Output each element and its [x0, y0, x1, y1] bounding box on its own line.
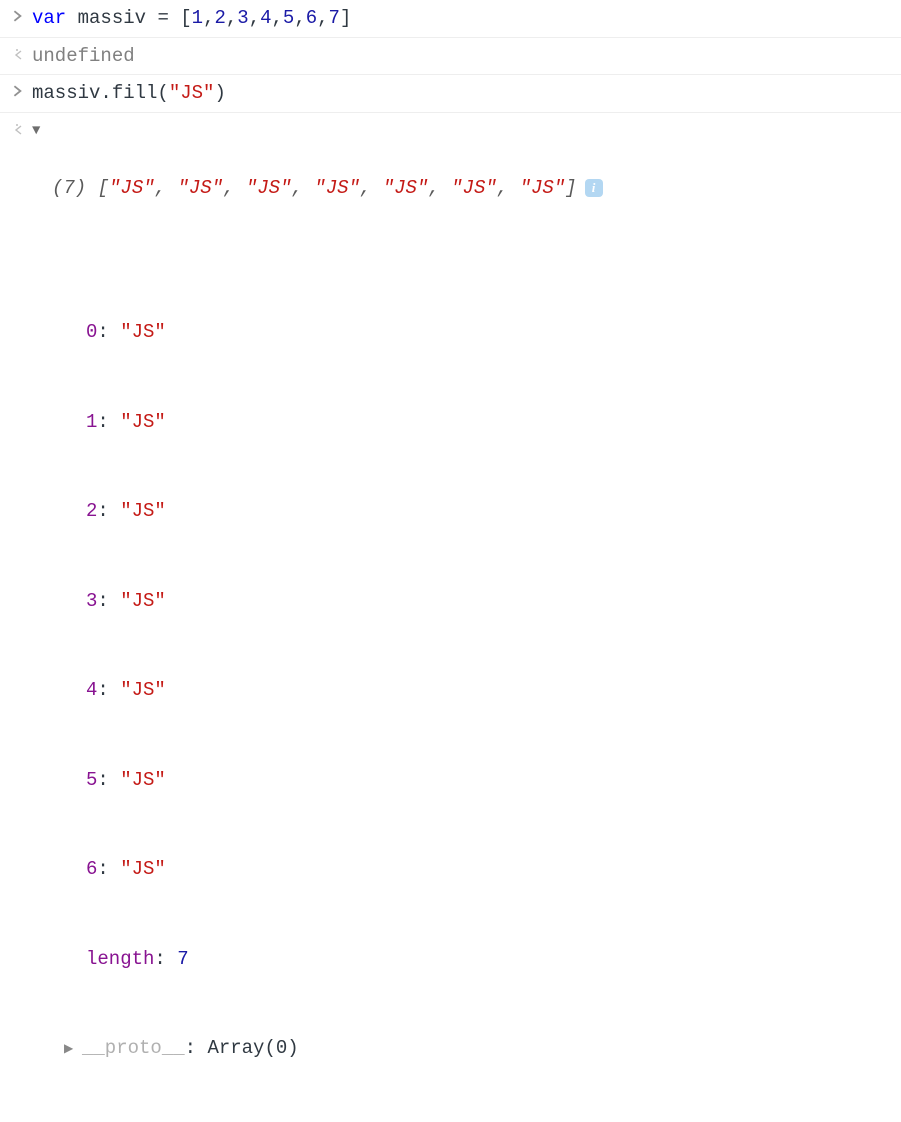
array-entry[interactable]: 3: "JS"	[86, 585, 893, 618]
array-entry[interactable]: 4: "JS"	[86, 674, 893, 707]
array-entry[interactable]: 0: "JS"	[86, 316, 893, 349]
array-proto[interactable]: __proto__: Array(0)	[64, 1032, 893, 1065]
array-entry[interactable]: 6: "JS"	[86, 853, 893, 886]
console-input-code[interactable]: var massiv = [1,2,3,4,5,6,7]	[32, 4, 893, 33]
input-prompt-icon	[4, 4, 32, 30]
array-length[interactable]: length: 7	[86, 943, 893, 976]
array-expanded-body: 0: "JS" 1: "JS" 2: "JS" 3: "JS" 4: "JS" …	[52, 259, 893, 1122]
output-return-icon	[4, 117, 32, 143]
input-prompt-icon	[4, 79, 32, 105]
info-icon[interactable]: i	[585, 179, 603, 197]
console-input-row: massiv.fill("JS")	[0, 75, 901, 113]
expand-toggle-icon[interactable]	[32, 117, 52, 142]
array-entry[interactable]: 5: "JS"	[86, 764, 893, 797]
array-entry[interactable]: 2: "JS"	[86, 495, 893, 528]
console-output-undefined: undefined	[32, 42, 893, 71]
console-output-row: undefined	[0, 38, 901, 76]
console-input-code[interactable]: massiv.fill("JS")	[32, 79, 893, 108]
array-entry[interactable]: 1: "JS"	[86, 406, 893, 439]
array-preview[interactable]: (7) ["JS", "JS", "JS", "JS", "JS", "JS",…	[52, 174, 893, 203]
chevron-right-icon[interactable]	[64, 1038, 82, 1058]
console-output-row: (7) ["JS", "JS", "JS", "JS", "JS", "JS",…	[0, 113, 901, 1122]
console-input-row: var massiv = [1,2,3,4,5,6,7]	[0, 0, 901, 38]
output-return-icon	[4, 42, 32, 68]
